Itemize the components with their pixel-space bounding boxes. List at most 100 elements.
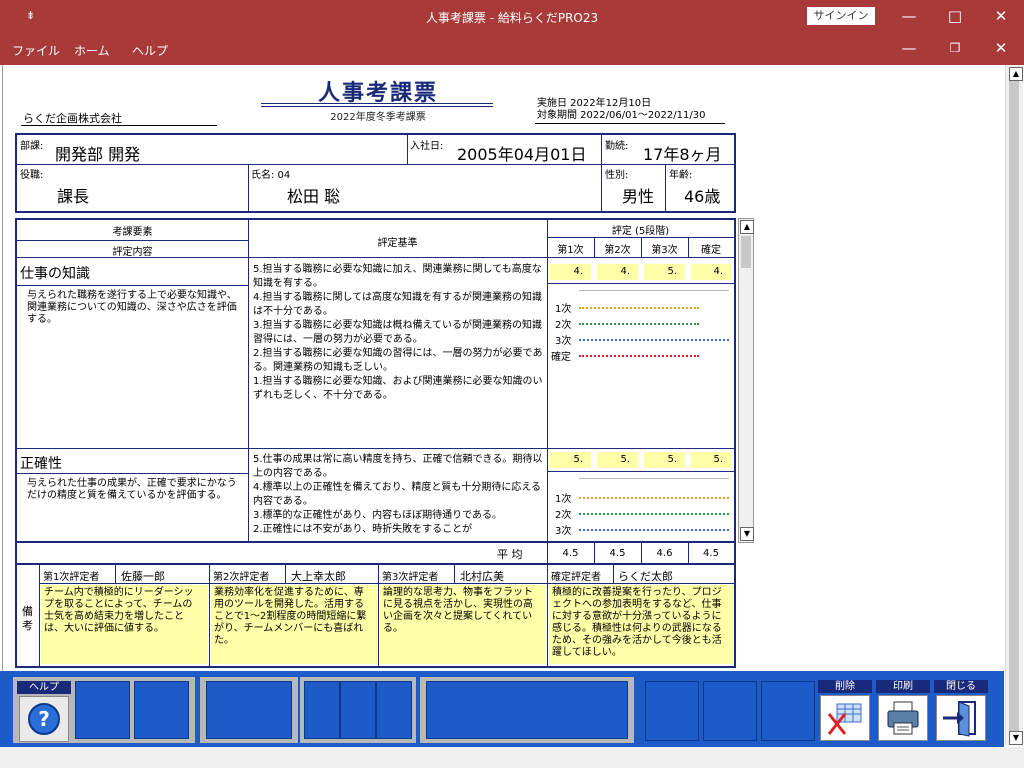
score-1-4[interactable]: 4. — [691, 264, 731, 280]
evaluator-3-comment-box[interactable]: 論理的な思考力、物事をフラットに見る視点を活かし、実現性の高い企画を次々と提案し… — [380, 585, 546, 664]
scroll-up-icon[interactable]: ▲ — [1009, 67, 1023, 81]
header-col-3: 第3次 — [651, 245, 678, 256]
evaluator-3-comment: 論理的な思考力、物事をフラットに見る視点を活かし、実現性の高い企画を次々と提案し… — [383, 587, 533, 634]
toolbar-empty-slot-8 — [645, 681, 699, 741]
maximize-icon[interactable]: □ — [940, 5, 970, 27]
evaluation-table: 考課要素 評定内容 評定基準 評定 (5段階) 第1次 第2次 第3次 確定 仕… — [15, 218, 736, 543]
chart-1-line-4 — [579, 355, 699, 357]
window-scrollbar[interactable]: ▲ ▼ — [1005, 65, 1023, 745]
signin-button[interactable]: サインイン — [807, 7, 875, 25]
chart-1-line-2 — [579, 323, 699, 325]
table-scroll-up-icon[interactable]: ▲ — [740, 220, 754, 234]
chart-2-scale — [579, 478, 729, 479]
item-1-name: 仕事の知識 — [20, 266, 90, 282]
status-bar — [0, 747, 1024, 768]
title-rule-2 — [261, 106, 493, 107]
close-button[interactable]: 閉じる — [934, 680, 988, 742]
toolbar-empty-slot-3 — [206, 681, 292, 739]
toolbar-group-3 — [300, 677, 416, 743]
title-bar: ⇟ 人事考課票 - 給料らくだPRO23 サインイン — □ ✕ — [0, 0, 1024, 34]
remarks-label: 備考 — [22, 605, 33, 632]
average-3: 4.6 — [656, 548, 673, 559]
delete-button[interactable]: 削除 — [818, 680, 872, 742]
dept-value[interactable]: 開発部 開発 — [55, 141, 140, 165]
doc-minimize-icon[interactable]: — — [894, 37, 924, 59]
chart-2-row-2: 2次 — [555, 510, 572, 521]
score-2-4[interactable]: 5. — [691, 452, 731, 468]
toolbar-empty-slot-10 — [761, 681, 815, 741]
name-value[interactable]: 松田 聡 — [287, 183, 340, 207]
item-2-name: 正確性 — [20, 456, 62, 472]
average-4: 4.5 — [703, 548, 719, 559]
chart-2-row-1: 1次 — [555, 494, 572, 505]
evaluator-1-name[interactable]: 佐藤一郎 — [121, 568, 165, 584]
exit-door-icon[interactable] — [936, 695, 986, 741]
toolbar-empty-slot-6 — [376, 681, 412, 739]
evaluator-4-comment: 積極的に改善提案を行ったり、プロジェクトへの参加表明をするなど、仕事に対する意欲… — [552, 587, 722, 658]
company-name: らくだ企画株式会社 — [23, 112, 122, 125]
score-2-3[interactable]: 5. — [644, 452, 685, 468]
score-1-1[interactable]: 4. — [550, 264, 591, 280]
header-col-2: 第2次 — [604, 245, 631, 256]
toolbar-empty-slot-7 — [426, 681, 628, 739]
item-1-desc: 与えられた職務を遂行する上で必要な知識や、関連業務についての知識の、深さや広さを… — [27, 290, 237, 325]
score-2-2[interactable]: 5. — [597, 452, 638, 468]
table-scroll-thumb[interactable] — [741, 236, 751, 268]
role-value[interactable]: 課長 — [57, 183, 89, 207]
item-2-criteria: 5.仕事の成果は常に高い精度を持ち、正確で信頼できる。期待以上の内容である。 4… — [253, 454, 543, 535]
evaluator-3-name[interactable]: 北村広美 — [460, 568, 504, 584]
average-2: 4.5 — [609, 548, 626, 559]
evaluator-3-role: 第3次評定者 — [382, 572, 439, 583]
help-button[interactable]: ヘルプ ? — [17, 681, 71, 743]
sex-value[interactable]: 男性 — [622, 183, 654, 207]
minimize-icon[interactable]: — — [894, 5, 924, 27]
score-2-1[interactable]: 5. — [550, 452, 591, 468]
join-label: 入社日: — [410, 141, 444, 152]
doc-close-icon[interactable]: ✕ — [986, 37, 1016, 59]
toolbar-group-4 — [420, 677, 634, 743]
evaluator-4-comment-box[interactable]: 積極的に改善提案を行ったり、プロジェクトへの参加表明をするなど、仕事に対する意欲… — [549, 585, 733, 664]
item-1-criteria: 5.担当する職務に必要な知識に加え、関連業務に関しても高度な知識を有する。 4.… — [253, 264, 543, 401]
dept-label: 部課: — [20, 141, 44, 152]
averages-row: 平 均 4.5 4.5 4.6 4.5 — [15, 543, 736, 565]
impl-rule — [535, 123, 725, 124]
score-1-2[interactable]: 4. — [597, 264, 638, 280]
menu-help[interactable]: ヘルプ — [132, 42, 168, 59]
close-caption: 閉じる — [934, 680, 988, 693]
evaluator-4-name[interactable]: らくだ太郎 — [618, 568, 673, 584]
menu-bar: ファイル ホーム ヘルプ — ❐ ✕ — [0, 34, 1024, 65]
chart-1-scale — [579, 290, 729, 291]
evaluator-1-comment-box[interactable]: チーム内で積極的にリーダーシップを取ることによって、チームの士気を高め結束力を増… — [41, 585, 208, 664]
table-scroll-down-icon[interactable]: ▼ — [740, 527, 754, 541]
join-value[interactable]: 2005年04月01日 — [457, 141, 586, 165]
evaluator-2-name[interactable]: 大上幸太郎 — [291, 568, 346, 584]
document-area: 人事考課票 2022年度冬季考課票 らくだ企画株式会社 実施日 2022年12月… — [2, 65, 1005, 671]
scroll-thumb[interactable] — [1009, 81, 1019, 731]
print-button[interactable]: 印刷 — [876, 680, 930, 742]
average-label: 平 均 — [497, 548, 523, 561]
table-scrollbar[interactable]: ▲ ▼ — [738, 218, 754, 543]
close-icon[interactable]: ✕ — [986, 5, 1016, 27]
name-label: 氏名: 04 — [251, 170, 291, 181]
menu-home[interactable]: ホーム — [74, 42, 110, 59]
evaluator-2-comment-box[interactable]: 業務効率化を促進するために、専用のツールを開発した。活用することで1～2割程度の… — [211, 585, 377, 664]
chart-2-row-3: 3次 — [555, 526, 572, 537]
evaluator-1-role: 第1次評定者 — [43, 572, 100, 583]
toolbar-empty-slot-1 — [75, 681, 130, 739]
score-1-3[interactable]: 5. — [644, 264, 685, 280]
subtitle: 2022年度冬季考課票 — [330, 112, 426, 123]
chart-1-row-4: 確定 — [551, 352, 571, 363]
chart-2-line-2 — [579, 513, 729, 515]
delete-icon[interactable] — [820, 695, 870, 741]
doc-restore-icon[interactable]: ❐ — [940, 37, 970, 59]
help-icon[interactable]: ? — [19, 696, 69, 742]
scroll-down-icon[interactable]: ▼ — [1009, 731, 1023, 745]
employee-info: 部課: 開発部 開発 入社日: 2005年04月01日 勤続: 17年8ヶ月 役… — [15, 133, 736, 213]
evaluator-2-role: 第2次評定者 — [213, 572, 270, 583]
header-col-4: 確定 — [701, 245, 721, 256]
toolbar-empty-slot-9 — [703, 681, 757, 741]
delete-caption: 削除 — [818, 680, 872, 693]
evaluators-section: 備考 第1次評定者 佐藤一郎 チーム内で積極的にリーダーシップを取ることによって… — [15, 565, 736, 668]
menu-file[interactable]: ファイル — [12, 42, 60, 59]
printer-icon[interactable] — [878, 695, 928, 741]
